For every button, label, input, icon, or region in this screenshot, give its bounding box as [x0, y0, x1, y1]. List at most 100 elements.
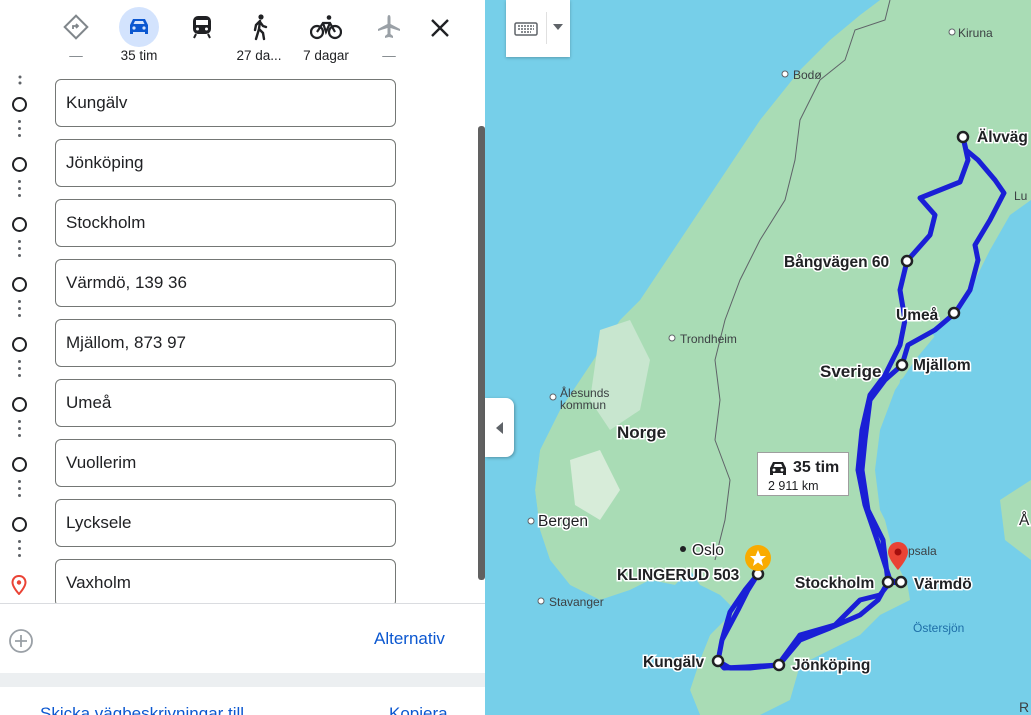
mode-flight-label: —	[382, 48, 396, 63]
map-label: R	[1019, 699, 1029, 715]
stop-input[interactable]: Stockholm	[55, 199, 396, 247]
mode-car-label: 35 tim	[120, 48, 158, 63]
mode-bike[interactable]: 7 dagar	[294, 0, 358, 72]
mode-walk-label: 27 da...	[236, 48, 282, 63]
stop-row: Kungälv	[0, 72, 478, 132]
waypoint-icon	[12, 397, 27, 412]
map-label: Bångvägen 60	[784, 254, 889, 271]
map-label: Mjällom	[913, 357, 971, 374]
route-time: 35 tim	[793, 459, 840, 476]
map-label: Umeå	[896, 307, 939, 324]
waypoint-icon	[12, 97, 27, 112]
stop-input[interactable]: Lycksele	[55, 499, 396, 547]
map-label: Bergen	[538, 513, 588, 530]
map-label: kommun	[560, 398, 606, 412]
stop-input[interactable]: Vaxholm	[55, 559, 396, 604]
map[interactable]: Kiruna Bodø Lu Trondheim Ålesunds kommun…	[485, 0, 1031, 715]
scrollbar[interactable]	[478, 126, 485, 580]
walk-icon	[239, 7, 279, 47]
input-tools-button[interactable]	[506, 0, 570, 57]
stop-input[interactable]: Mjällom, 873 97	[55, 319, 396, 367]
alternatives-button[interactable]: Alternativ	[374, 629, 445, 649]
add-stop-icon[interactable]	[8, 628, 34, 654]
destination-pin-dot	[894, 548, 902, 556]
route-dots	[18, 120, 21, 140]
route-dots	[18, 180, 21, 200]
waypoint-icon	[12, 517, 27, 532]
keyboard-icon	[514, 22, 538, 36]
stop-input[interactable]: Kungälv	[55, 79, 396, 127]
collapse-panel-button[interactable]	[485, 398, 514, 457]
stop-row: Umeå	[0, 360, 478, 432]
destination-pin-icon	[11, 575, 27, 595]
route-dots	[18, 420, 21, 440]
waypoint-icon	[12, 217, 27, 232]
stop-input[interactable]: Jönköping	[55, 139, 396, 187]
route-dots	[18, 300, 21, 320]
mode-transit[interactable]	[170, 0, 234, 72]
map-label: Jönköping	[792, 657, 870, 674]
mode-flight[interactable]: —	[357, 0, 421, 72]
stops-list: Kungälv Jönköping Stockholm Värmdö, 139 …	[0, 72, 478, 604]
stop-row: Jönköping	[0, 120, 478, 192]
map-label: Kiruna	[958, 26, 993, 40]
map-label: Älvväg	[977, 129, 1028, 146]
section-gap	[0, 673, 485, 687]
route-dots	[18, 540, 21, 560]
car-icon	[119, 7, 159, 47]
map-label: KLINGERUD 503	[617, 567, 740, 584]
send-directions-link[interactable]: Skicka vägbeskrivningar till	[40, 704, 244, 715]
map-canvas: Kiruna Bodø Lu Trondheim Ålesunds kommun…	[485, 0, 1031, 715]
stop-row: Vuollerim	[0, 420, 478, 492]
map-label: Kungälv	[643, 654, 705, 671]
mode-best-label: —	[69, 48, 83, 63]
map-label: Bodø	[793, 68, 822, 82]
stop-input[interactable]: Värmdö, 139 36	[55, 259, 396, 307]
stop-input[interactable]: Umeå	[55, 379, 396, 427]
map-label: Värmdö	[914, 576, 972, 593]
waypoint-icon	[12, 457, 27, 472]
mode-car[interactable]: 35 tim	[107, 0, 171, 72]
waypoint-icon	[12, 277, 27, 292]
directions-icon	[56, 7, 96, 47]
mode-bike-label: 7 dagar	[303, 48, 349, 63]
chevron-left-icon	[495, 421, 503, 434]
copy-link[interactable]: Kopiera	[389, 704, 448, 715]
map-label: Å	[1019, 512, 1030, 529]
flight-icon	[369, 7, 409, 47]
travel-modes: — 35 tim 27 da... 7 dagar —	[0, 0, 485, 72]
separator	[546, 12, 547, 44]
map-label: Stavanger	[549, 595, 604, 609]
waypoint-icon	[12, 337, 27, 352]
waypoint-icon	[12, 157, 27, 172]
map-label: Lu	[1014, 189, 1027, 203]
stop-row: Lycksele	[0, 480, 478, 552]
stop-row: Vaxholm	[0, 540, 478, 604]
mode-walk[interactable]: 27 da...	[227, 0, 291, 72]
route-dots	[18, 360, 21, 380]
oslo-dot	[680, 546, 686, 552]
close-icon	[431, 19, 449, 37]
train-icon	[182, 7, 222, 47]
stop-input[interactable]: Vuollerim	[55, 439, 396, 487]
mode-best[interactable]: —	[44, 0, 108, 72]
map-label: psala	[908, 544, 937, 558]
stop-row: Värmdö, 139 36	[0, 240, 478, 312]
map-label: Oslo	[692, 542, 724, 559]
map-label: Östersjön	[913, 621, 964, 635]
route-dots	[18, 480, 21, 500]
divider	[0, 603, 485, 604]
bike-icon	[306, 7, 346, 47]
map-label: Trondheim	[680, 332, 737, 346]
map-label: Sverige	[820, 362, 881, 381]
car-icon	[770, 462, 786, 475]
stop-row: Mjällom, 873 97	[0, 300, 478, 372]
route-distance: 2 911 km	[768, 479, 819, 493]
close-button[interactable]	[420, 8, 460, 48]
stop-row: Stockholm	[0, 180, 478, 252]
map-label: Stockholm	[795, 575, 874, 592]
chevron-down-icon[interactable]	[553, 24, 563, 30]
directions-panel: — 35 tim 27 da... 7 dagar — Kungälv Jönk…	[0, 0, 485, 715]
route-info-box[interactable]: 35 tim 2 911 km	[757, 452, 849, 496]
route-dots	[18, 240, 21, 260]
